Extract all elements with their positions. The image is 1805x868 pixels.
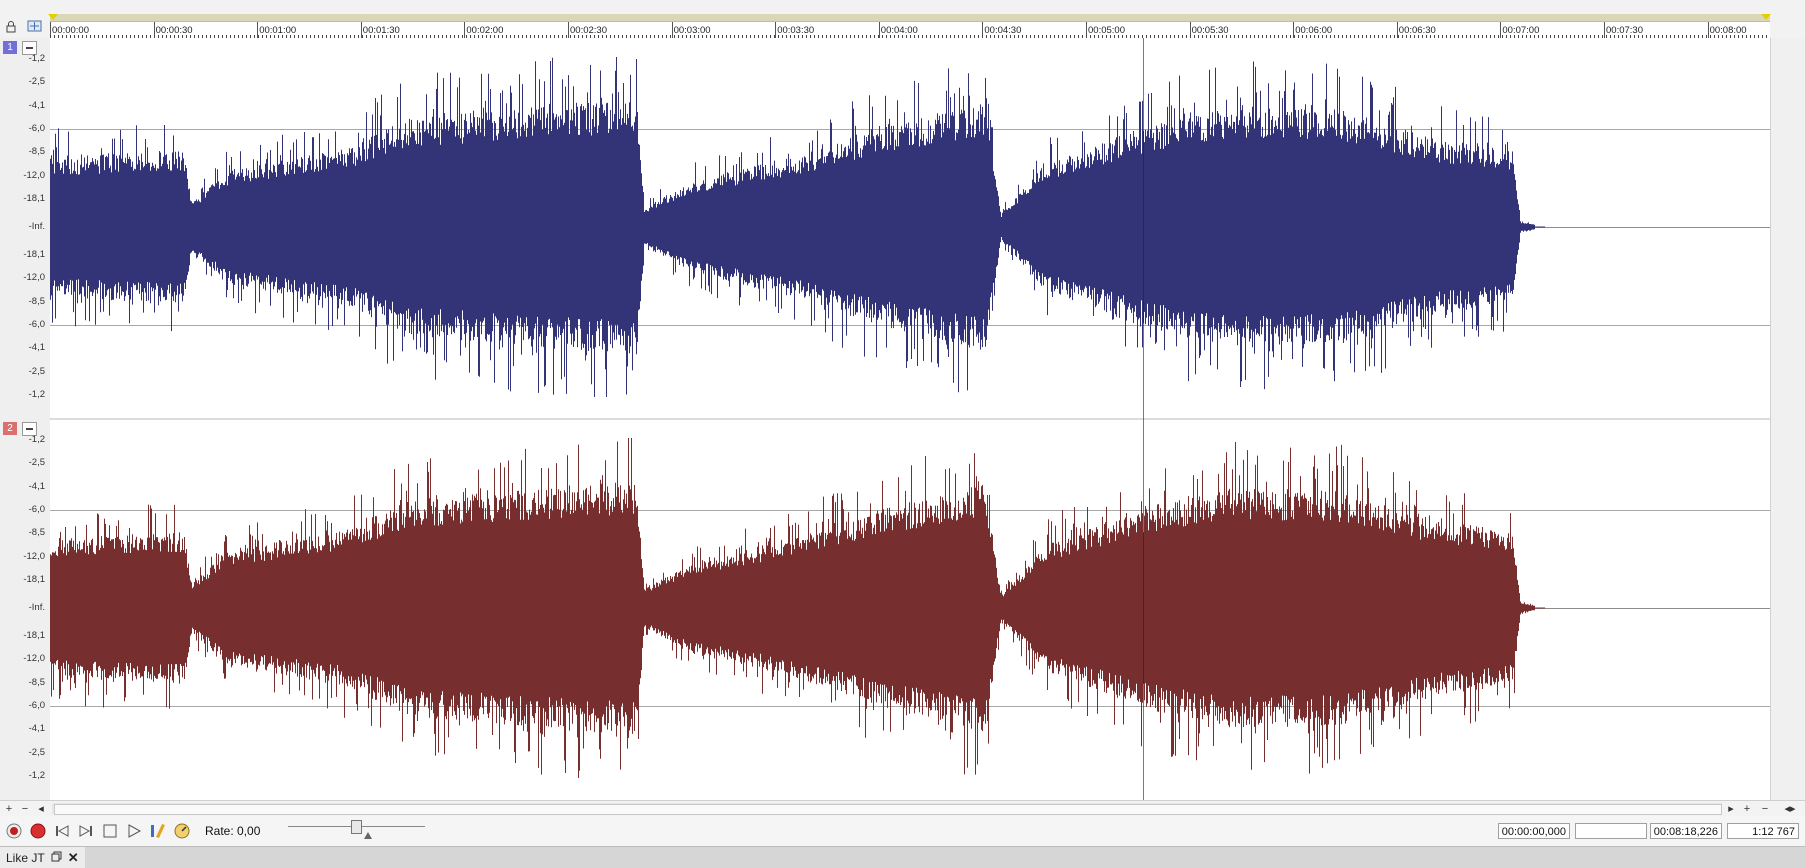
level-scale-label: -6,0 [28, 123, 45, 134]
level-scale-label: -18,1 [23, 193, 45, 204]
zoom-out-horizontal-button[interactable]: − [1758, 802, 1772, 816]
level-scale-label: -Inf. [28, 221, 45, 232]
level-scale-label: -2,5 [28, 457, 45, 468]
cursor-line [1143, 38, 1144, 800]
vertical-zoom-strip[interactable] [1770, 38, 1805, 800]
level-scale-label: -18,1 [23, 249, 45, 260]
horizontal-scroll-thumb[interactable] [54, 804, 1722, 815]
channel-1-waveform [50, 57, 1545, 397]
play-looped-icon[interactable] [149, 822, 167, 840]
zoom-in-vertical-button[interactable]: + [2, 802, 16, 816]
loop-start-marker[interactable] [48, 14, 58, 20]
loop-end-marker[interactable] [1761, 14, 1771, 20]
go-to-end-icon[interactable] [77, 822, 95, 840]
metronome-icon[interactable] [173, 822, 191, 840]
level-scale-label: -4,1 [28, 342, 45, 353]
transport-bar: Rate: 0,00 00:00:00,000 00:08:18,226 1:1… [0, 816, 1805, 846]
level-scale-label: -6,0 [28, 700, 45, 711]
channel-2-waveform [50, 438, 1545, 778]
rate-label: Rate: 0,00 [205, 824, 261, 838]
level-scale-label: -6,0 [28, 319, 45, 330]
level-scale-label: -4,1 [28, 100, 45, 111]
play-icon[interactable] [125, 822, 143, 840]
level-scale-label: -1,2 [28, 770, 45, 781]
level-scale-label: -1,2 [28, 53, 45, 64]
level-scale-label: -8,5 [28, 146, 45, 157]
level-scale-label: -4,1 [28, 723, 45, 734]
level-scale-label: -8,5 [28, 527, 45, 538]
level-scale-column: 1 -1,2 -2,5 -4,1 -6,0 -8,5 -12,0 -18,1 -Inf. -18… [0, 38, 51, 800]
level-scale-label: -18,1 [23, 574, 45, 585]
level-scale-label: -18,1 [23, 630, 45, 641]
close-icon[interactable]: ✕ [68, 850, 79, 866]
zoom-out-vertical-button[interactable]: − [18, 802, 32, 816]
level-scale-label: -12,0 [23, 551, 45, 562]
level-scale-label: -2,5 [28, 747, 45, 758]
scroll-right-icon[interactable]: ▸ [1724, 802, 1738, 816]
level-scale-label: -12,0 [23, 272, 45, 283]
waveform-view[interactable] [50, 38, 1770, 800]
lock-icon[interactable] [5, 20, 17, 36]
loop-region-bar[interactable] [50, 14, 1770, 22]
document-tab[interactable]: Like JT ✕ [0, 847, 85, 868]
channels-icon[interactable] [27, 19, 42, 36]
level-scale-label: -12,0 [23, 653, 45, 664]
level-scale-label: -2,5 [28, 366, 45, 377]
channel-divider [50, 418, 1770, 420]
go-to-start-icon[interactable] [53, 822, 71, 840]
selection-field[interactable] [1575, 823, 1647, 839]
timeline-ruler[interactable]: 00:00:00 00:00:30 00:01:00 00:01:30 00:02:00… [48, 14, 1771, 38]
level-scale-label: -2,5 [28, 76, 45, 87]
document-tab-row: Like JT ✕ [0, 846, 1805, 868]
length-field[interactable]: 00:08:18,226 [1650, 823, 1722, 839]
horizontal-scroll-row: + − ◂ ▸ + − ◂▸ [0, 800, 1805, 817]
level-scale-label: -4,1 [28, 481, 45, 492]
zoom-fit-icon[interactable]: ◂▸ [1778, 802, 1802, 816]
zoom-ratio-field[interactable]: 1:12 767 [1727, 823, 1799, 839]
cursor-position-field[interactable]: 00:00:00,000 [1498, 823, 1570, 839]
level-scale-label: -8,5 [28, 677, 45, 688]
record-arm-icon[interactable] [5, 822, 23, 840]
restore-icon[interactable] [51, 851, 62, 865]
level-scale-label: -Inf. [28, 602, 45, 613]
zoom-in-horizontal-button[interactable]: + [1740, 802, 1754, 816]
stop-icon[interactable] [101, 822, 119, 840]
scroll-left-icon[interactable]: ◂ [34, 802, 48, 816]
level-scale-label: -1,2 [28, 434, 45, 445]
rate-center-mark [364, 832, 372, 839]
level-scale-label: -6,0 [28, 504, 45, 515]
level-scale-label: -1,2 [28, 389, 45, 400]
record-icon[interactable] [29, 822, 47, 840]
tab-title: Like JT [6, 850, 45, 865]
rate-slider-thumb[interactable] [351, 820, 362, 834]
level-scale-label: -8,5 [28, 296, 45, 307]
level-scale-label: -12,0 [23, 170, 45, 181]
